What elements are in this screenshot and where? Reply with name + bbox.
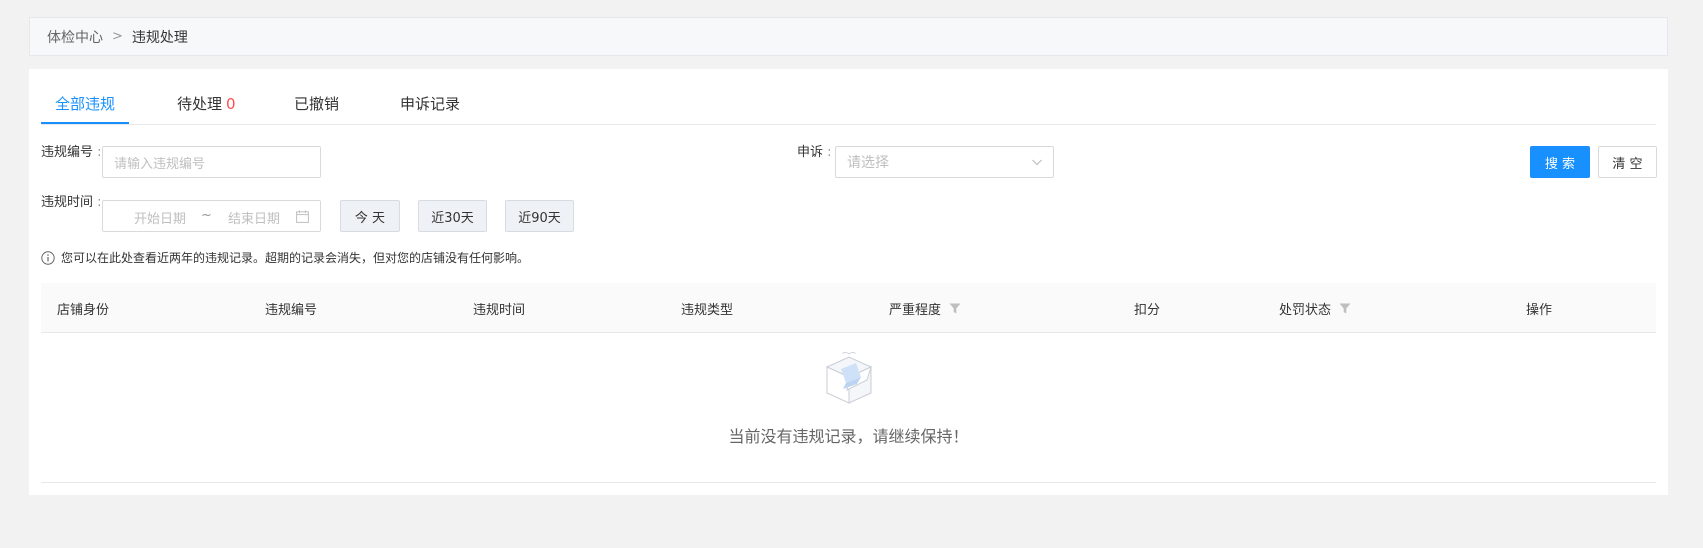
violation-no-input[interactable]: 请输入违规编号 — [102, 146, 321, 178]
tab-label: 申诉记录 — [400, 95, 461, 113]
column-header-deduction: 扣分 — [1134, 303, 1161, 318]
appeal-label: 申诉 : — [797, 145, 832, 160]
end-date-placeholder[interactable]: 结束日期 — [228, 208, 280, 227]
quick-30-days-button[interactable]: 近30天 — [418, 200, 487, 232]
search-button[interactable]: 搜 索 — [1530, 146, 1590, 178]
violation-no-label: 违规编号 : — [41, 145, 102, 160]
main-panel: 全部违规 待处理 0 已撤销 申诉记录 违规编号 : 请输入违规编号 申诉 : 请… — [29, 69, 1668, 495]
column-header-severity: 严重程度 — [889, 299, 961, 318]
chevron-down-icon — [1032, 159, 1042, 166]
appeal-select[interactable]: 请选择 — [835, 146, 1054, 178]
tab-revoked[interactable]: 已撤销 — [294, 93, 339, 124]
start-date-placeholder[interactable]: 开始日期 — [134, 208, 186, 227]
tab-label: 待处理 — [177, 95, 223, 113]
tab-appeal-records[interactable]: 申诉记录 — [400, 93, 460, 124]
pending-count-badge: 0 — [226, 95, 236, 113]
breadcrumb-parent-link[interactable]: 体检中心 — [47, 27, 103, 47]
violation-time-label: 违规时间 : — [41, 195, 102, 210]
tab-pending[interactable]: 待处理 0 — [177, 93, 236, 124]
tab-label: 全部违规 — [54, 95, 115, 113]
clear-button[interactable]: 清 空 — [1598, 146, 1657, 178]
date-range-picker[interactable]: 开始日期 ~ 结束日期 — [102, 200, 321, 232]
tab-all-violations[interactable]: 全部违规 — [41, 93, 129, 124]
filter-icon[interactable] — [1339, 303, 1351, 314]
column-header-violation-time: 违规时间 — [473, 303, 526, 318]
violation-no-placeholder: 请输入违规编号 — [114, 156, 206, 172]
quick-today-button[interactable]: 今 天 — [340, 200, 400, 232]
notice-text: 您可以在此处查看近两年的违规记录。超期的记录会消失，但对您的店铺没有任何影响。 — [61, 251, 530, 265]
column-header-actions: 操作 — [1526, 303, 1553, 318]
column-header-penalty-status: 处罚状态 — [1279, 299, 1351, 318]
tab-label: 已撤销 — [294, 95, 340, 113]
breadcrumb: 体检中心 > 违规处理 — [29, 17, 1668, 56]
quick-90-days-button[interactable]: 近90天 — [505, 200, 574, 232]
empty-box-icon — [825, 351, 873, 404]
column-header-store-identity: 店铺身份 — [57, 303, 110, 318]
empty-state-message: 当前没有违规记录，请继续保持！ — [728, 427, 969, 446]
date-range-separator: ~ — [201, 208, 212, 223]
filter-icon[interactable] — [949, 303, 961, 314]
column-header-violation-type: 违规类型 — [681, 303, 734, 318]
breadcrumb-current: 违规处理 — [131, 29, 188, 46]
info-icon — [41, 250, 55, 265]
column-header-violation-no: 违规编号 — [265, 303, 318, 318]
appeal-select-placeholder: 请选择 — [847, 155, 889, 171]
calendar-icon — [296, 210, 309, 223]
tab-bar: 全部违规 待处理 0 已撤销 申诉记录 — [41, 69, 1656, 125]
retention-notice: 您可以在此处查看近两年的违规记录。超期的记录会消失，但对您的店铺没有任何影响。 — [41, 249, 529, 266]
table-header: 店铺身份 违规编号 违规时间 违规类型 严重程度 扣分 处罚状态 操作 — [41, 283, 1656, 333]
empty-state: 当前没有违规记录，请继续保持！ — [41, 333, 1656, 483]
breadcrumb-separator: > — [112, 29, 123, 44]
